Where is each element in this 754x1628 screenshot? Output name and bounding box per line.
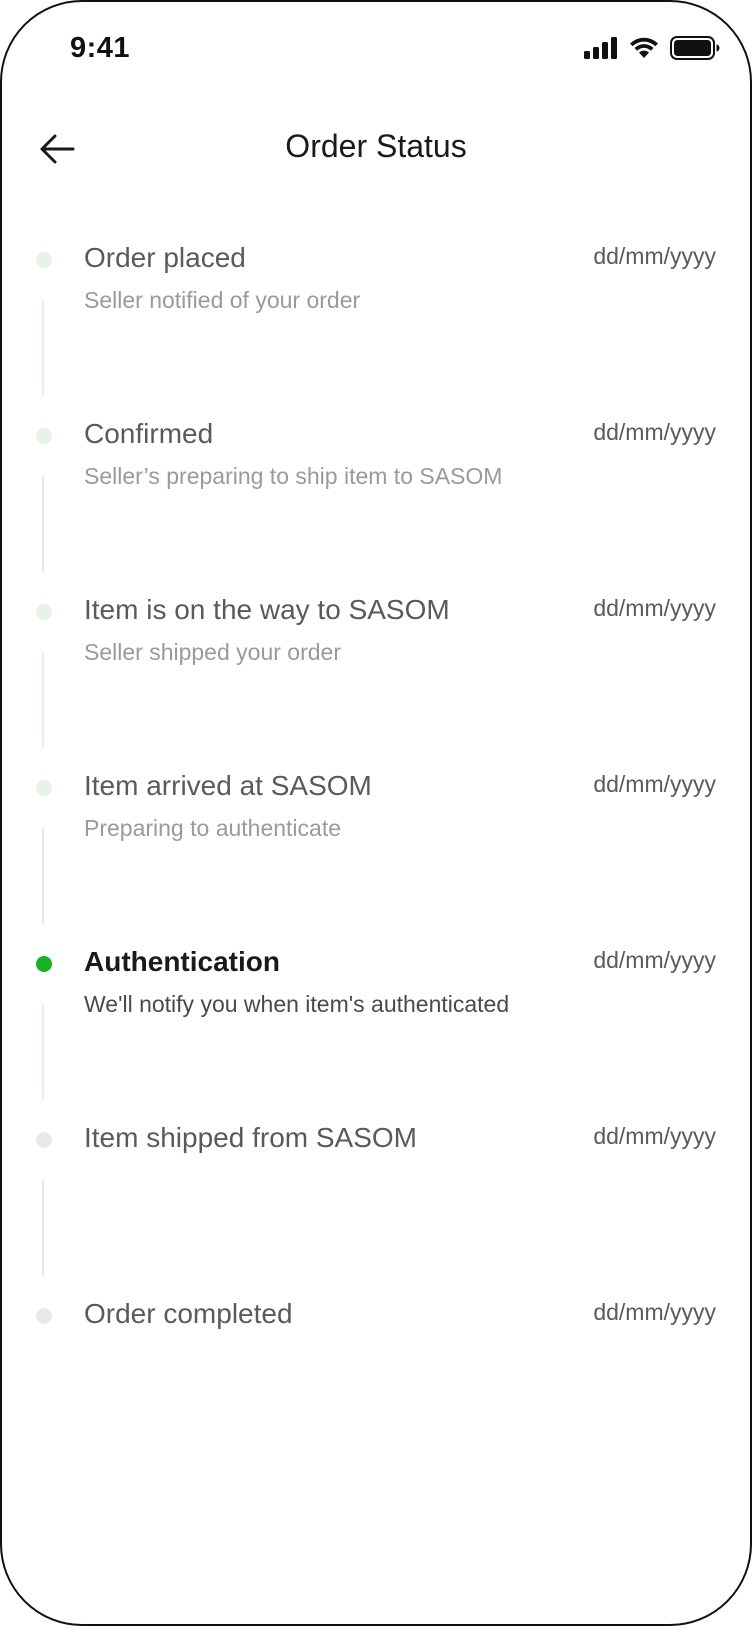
step-status-dot [36, 428, 52, 444]
timeline-step-authentication: Authentication We'll notify you when ite… [2, 936, 750, 1112]
step-description: Seller shipped your order [84, 639, 341, 665]
battery-icon [670, 36, 720, 60]
status-icons [584, 36, 720, 60]
timeline-step-order-placed: Order placed Seller notified of your ord… [2, 232, 750, 408]
step-date: dd/mm/yyyy [593, 1299, 716, 1325]
status-bar: 9:41 [2, 2, 750, 98]
timeline-step-completed: Order completed dd/mm/yyyy [2, 1288, 750, 1464]
step-title: Item shipped from SASOM [84, 1122, 418, 1153]
step-title: Item is on the way to SASOM [84, 594, 450, 625]
step-title: Order placed [84, 242, 246, 273]
step-connector-line [42, 1004, 44, 1100]
step-title: Confirmed [84, 418, 214, 449]
page-title: Order Status [285, 128, 467, 164]
order-status-timeline: Order placed Seller notified of your ord… [2, 232, 750, 1464]
step-title: Order completed [84, 1298, 293, 1329]
header: Order Status [2, 112, 750, 182]
timeline-step-on-the-way: Item is on the way to SASOM Seller shipp… [2, 584, 750, 760]
timeline-step-confirmed: Confirmed Seller’s preparing to ship ite… [2, 408, 750, 584]
step-date: dd/mm/yyyy [593, 771, 716, 797]
step-status-dot [36, 956, 52, 972]
step-title: Item arrived at SASOM [84, 770, 372, 801]
step-date: dd/mm/yyyy [593, 1123, 716, 1149]
phone-frame: 9:41 Order Status Order placed Seller no… [0, 0, 752, 1626]
step-connector-line [42, 300, 44, 396]
step-title: Authentication [84, 946, 280, 977]
step-description: We'll notify you when item's authenticat… [84, 991, 510, 1017]
step-connector-line [42, 476, 44, 572]
step-connector-line [42, 828, 44, 924]
step-date: dd/mm/yyyy [593, 243, 716, 269]
status-time: 9:41 [70, 32, 131, 64]
step-status-dot [36, 252, 52, 268]
step-description: Preparing to authenticate [84, 815, 342, 841]
step-connector-line [42, 652, 44, 748]
cellular-signal-icon [584, 37, 617, 59]
step-description: Seller’s preparing to ship item to SASOM [84, 463, 503, 489]
step-date: dd/mm/yyyy [593, 419, 716, 445]
timeline-step-arrived: Item arrived at SASOM Preparing to authe… [2, 760, 750, 936]
wifi-icon [630, 37, 658, 58]
step-date: dd/mm/yyyy [593, 947, 716, 973]
step-status-dot [36, 780, 52, 796]
step-status-dot [36, 1132, 52, 1148]
step-status-dot [36, 1308, 52, 1324]
timeline-step-shipped: Item shipped from SASOM dd/mm/yyyy [2, 1112, 750, 1288]
step-description: Seller notified of your order [84, 287, 361, 313]
step-date: dd/mm/yyyy [593, 595, 716, 621]
step-status-dot [36, 604, 52, 620]
step-connector-line [42, 1180, 44, 1276]
